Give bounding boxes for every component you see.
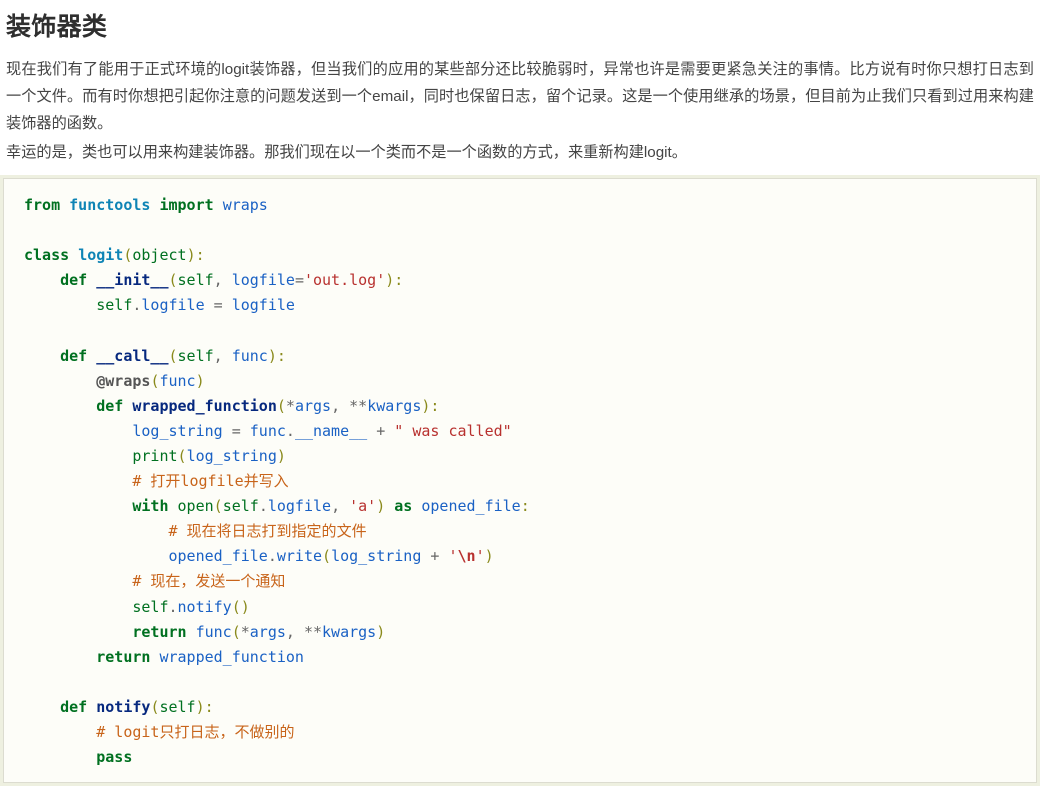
code-block-wrapper: from functools import wraps class logit(… <box>0 175 1040 787</box>
page-title: 装饰器类 <box>6 13 108 41</box>
article-page: 装饰器类 现在我们有了能用于正式环境的logit装饰器，但当我们的应用的某些部分… <box>0 0 1040 787</box>
code-block[interactable]: from functools import wraps class logit(… <box>3 178 1037 784</box>
code-content[interactable]: from functools import wraps class logit(… <box>24 193 1036 770</box>
python-source: from functools import wraps class logit(… <box>24 196 530 767</box>
transition-paragraph: 幸运的是，类也可以用来构建装饰器。那我们现在以一个类而不是一个函数的方式，来重新… <box>6 144 687 161</box>
intro-paragraph: 现在我们有了能用于正式环境的logit装饰器，但当我们的应用的某些部分还比较脆弱… <box>6 61 1034 132</box>
